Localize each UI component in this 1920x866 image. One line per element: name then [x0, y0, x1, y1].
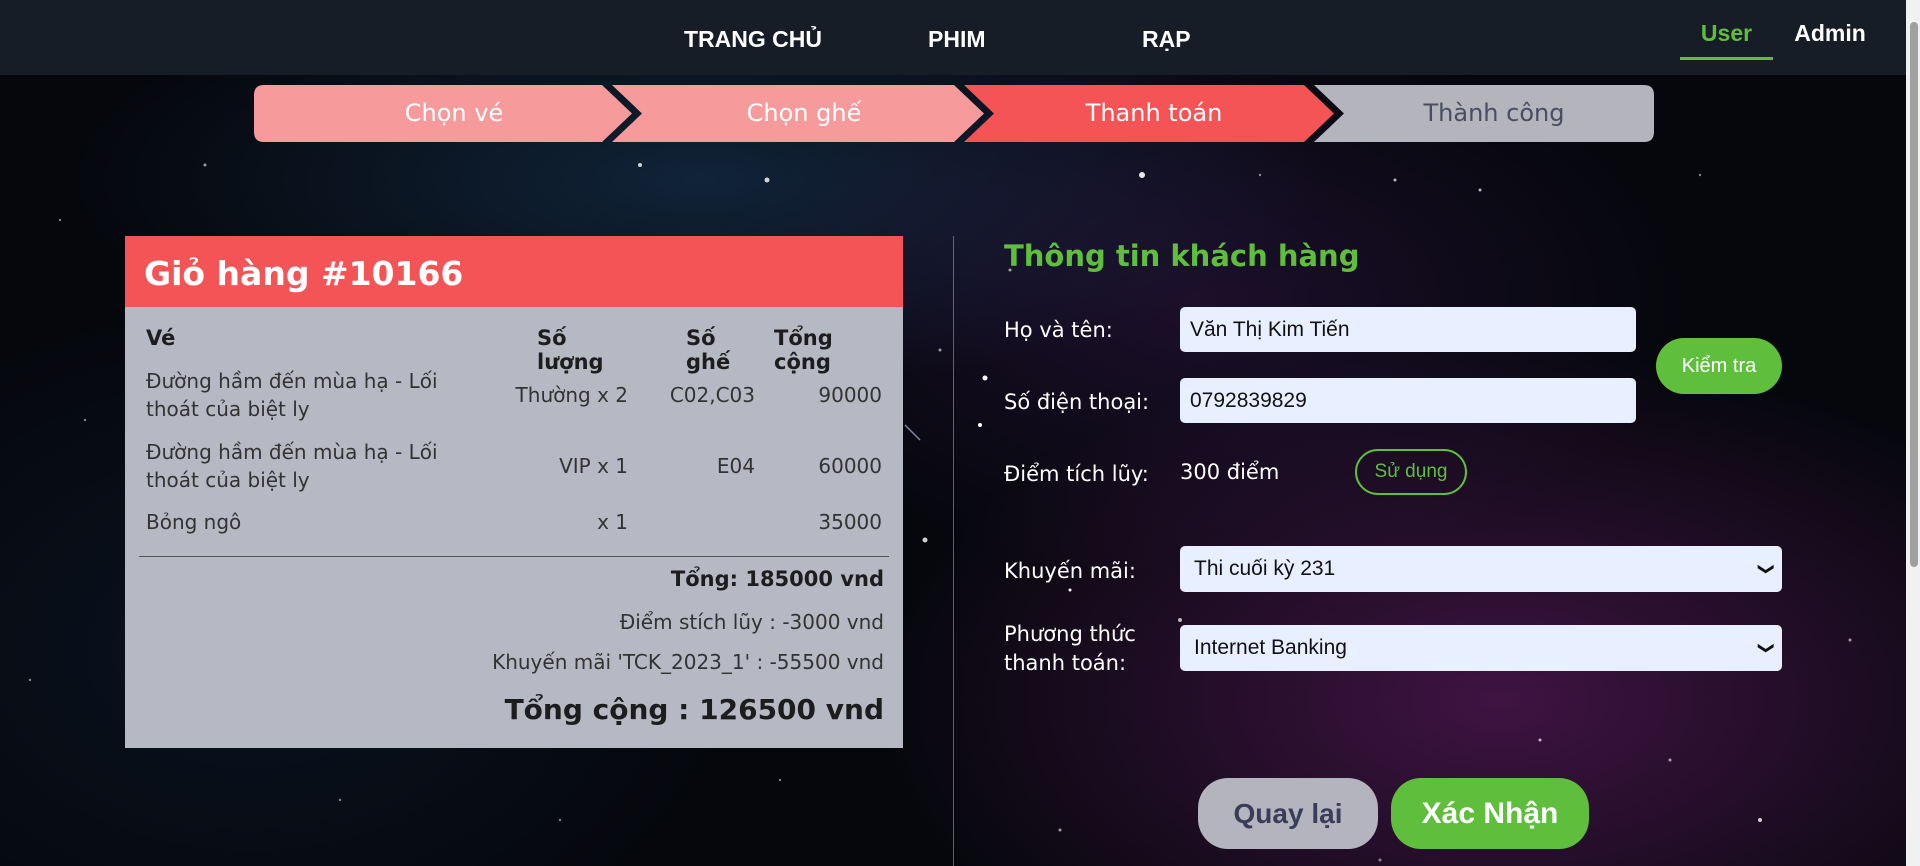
customer-info-title: Thông tin khách hàng	[1004, 239, 1360, 273]
payment-select[interactable]: Internet Banking ❯	[1180, 625, 1782, 671]
payment-label-line2: thanh toán:	[1004, 651, 1127, 675]
col-ticket: Vé	[146, 326, 176, 350]
row-2-total: 60000	[818, 454, 882, 478]
use-points-button[interactable]: Sử dụng	[1355, 449, 1467, 495]
user-tab[interactable]: User	[1680, 20, 1773, 60]
nav-home-link[interactable]: TRANG CHỦ	[684, 26, 822, 53]
cart-title: Giỏ hàng #10166	[125, 236, 903, 307]
scrollbar-thumb[interactable]	[1910, 22, 1918, 567]
row-1-total: 90000	[818, 383, 882, 407]
check-button[interactable]: Kiểm tra	[1656, 338, 1782, 394]
step-success: Thành công	[1423, 99, 1565, 127]
row-3-item: Bỏng ngô	[146, 510, 242, 534]
cart-divider	[139, 556, 889, 557]
payment-label: Phương thức thanh toán:	[1004, 620, 1136, 678]
cart-grand-total: Tổng cộng : 126500 vnd	[504, 693, 884, 726]
cart-points-discount: Điểm stích lũy : -3000 vnd	[619, 610, 884, 634]
admin-tab[interactable]: Admin	[1790, 20, 1870, 60]
payment-label-line1: Phương thức	[1004, 622, 1136, 646]
name-input[interactable]: Văn Thị Kim Tiến	[1180, 307, 1636, 352]
name-label: Họ và tên:	[1004, 318, 1113, 342]
checkout-stepper: Chọn vé Chọn ghế Thanh toán Thành công	[254, 85, 1654, 142]
confirm-button[interactable]: Xác Nhận	[1391, 778, 1589, 849]
points-label: Điểm tích lũy:	[1004, 462, 1149, 486]
chevron-down-icon: ❯	[1757, 562, 1775, 576]
row-2-qty: VIP x 1	[559, 454, 628, 478]
points-value: 300 điểm	[1180, 460, 1280, 484]
scrollbar[interactable]	[1906, 0, 1920, 866]
top-navbar: TRANG CHỦ PHIM RẠP User Admin	[0, 0, 1920, 75]
row-1-item: Đường hầm đến mùa hạ - Lối thoát của biệ…	[146, 369, 438, 421]
promo-selected: Thi cuối kỳ 231	[1194, 557, 1336, 580]
col-quantity: Số lượng	[537, 326, 604, 374]
cart-promo-discount: Khuyến mãi 'TCK_2023_1' : -55500 vnd	[492, 650, 884, 674]
row-2-item: Đường hầm đến mùa hạ - Lối thoát của biệ…	[146, 440, 438, 492]
row-1-seats: C02,C03	[669, 383, 755, 407]
step-choose-seat: Chọn ghế	[746, 99, 862, 127]
col-total: Tổng cộng	[774, 326, 833, 374]
step-payment: Thanh toán	[1085, 99, 1223, 127]
cart-subtotal: Tổng: 185000 vnd	[670, 567, 884, 591]
row-2-seats: E04	[716, 454, 755, 478]
row-3-total: 35000	[818, 510, 882, 534]
row-1-qty: Thường x 2	[515, 383, 628, 407]
nav-cinema-link[interactable]: RẠP	[1142, 26, 1191, 53]
chevron-down-icon: ❯	[1757, 641, 1775, 655]
promo-select[interactable]: Thi cuối kỳ 231 ❯	[1180, 546, 1782, 592]
phone-input[interactable]: 0792839829	[1180, 378, 1636, 423]
phone-label: Số điện thoại:	[1004, 390, 1150, 414]
nav-movies-link[interactable]: PHIM	[928, 26, 986, 53]
payment-selected: Internet Banking	[1194, 636, 1347, 659]
row-3-qty: x 1	[597, 510, 628, 534]
col-seats: Số ghế	[686, 326, 731, 374]
promo-label: Khuyến mãi:	[1004, 559, 1136, 583]
vertical-divider	[953, 236, 954, 866]
back-button[interactable]: Quay lại	[1198, 778, 1378, 849]
step-choose-ticket: Chọn vé	[404, 99, 504, 127]
